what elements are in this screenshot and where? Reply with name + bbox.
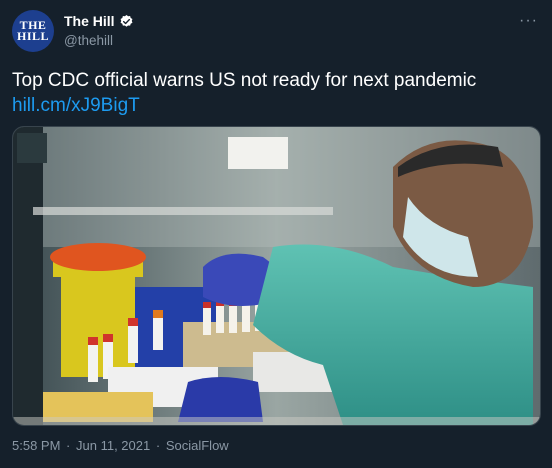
separator: ·	[66, 438, 71, 453]
verified-badge-icon	[120, 14, 132, 27]
tweet-date[interactable]: Jun 11, 2021	[76, 438, 150, 453]
tweet-link[interactable]: hill.cm/xJ9BigT	[12, 93, 540, 118]
more-options-icon[interactable]: ···	[519, 12, 538, 30]
display-name[interactable]: The Hill	[64, 13, 115, 29]
tweet-image[interactable]	[12, 126, 541, 426]
avatar[interactable]: THE HILL	[12, 10, 54, 52]
lab-sign	[228, 137, 288, 169]
tweet-text: Top CDC official warns US not ready for …	[12, 68, 540, 118]
display-name-row[interactable]: The Hill	[64, 13, 134, 29]
avatar-text-bottom: HILL	[16, 29, 49, 43]
tweet-time[interactable]: 5:58 PM	[12, 438, 60, 453]
tweet-source[interactable]: SocialFlow	[166, 438, 229, 453]
tweet-meta: 5:58 PM · Jun 11, 2021 · SocialFlow	[12, 438, 231, 453]
author-names: The Hill @thehill	[64, 13, 134, 48]
lab-photo	[13, 127, 540, 425]
tweet-header: THE HILL The Hill @thehill ···	[12, 10, 540, 54]
separator: ·	[155, 438, 161, 453]
tweet-body: Top CDC official warns US not ready for …	[12, 70, 477, 91]
handle[interactable]: @thehill	[64, 33, 134, 48]
tweet: THE HILL The Hill @thehill ··· Top CDC o…	[0, 0, 552, 468]
